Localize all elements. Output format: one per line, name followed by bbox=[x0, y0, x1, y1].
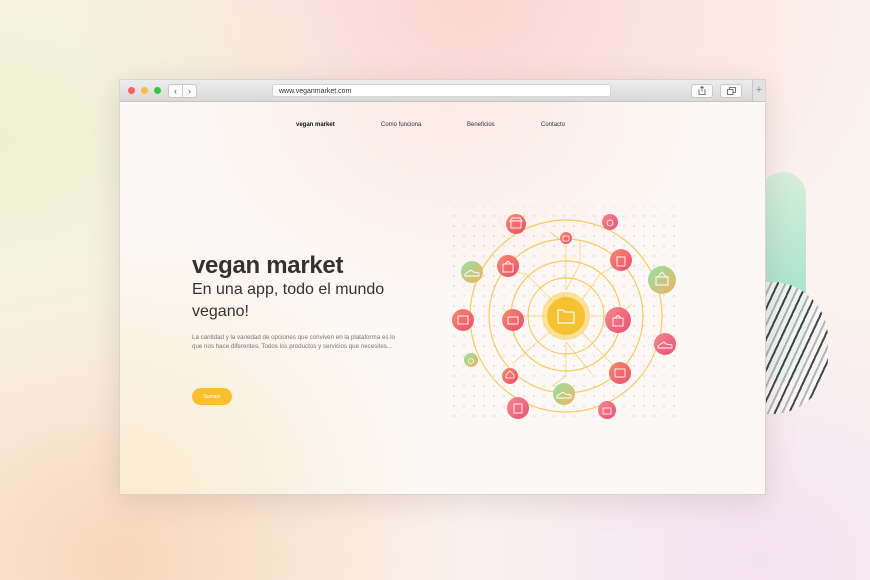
node-milk-carton-icon-bottom bbox=[507, 397, 529, 419]
hero-title: vegan market bbox=[192, 252, 344, 279]
hero-description: La cantidad y la variedad de opciones qu… bbox=[192, 334, 395, 350]
nav-link-beneficios[interactable]: Beneficios bbox=[467, 122, 495, 128]
center-node bbox=[547, 297, 585, 335]
back-button[interactable]: ‹ bbox=[168, 84, 183, 98]
node-home-icon bbox=[502, 368, 518, 384]
node-milk-carton-icon-top bbox=[610, 249, 632, 271]
close-window-button[interactable] bbox=[128, 87, 135, 94]
node-pot-icon-inner bbox=[502, 309, 524, 331]
top-navigation: vegan market Como funciona Beneficios Co… bbox=[120, 122, 765, 132]
chevron-right-icon: › bbox=[188, 86, 191, 96]
maximize-window-button[interactable] bbox=[154, 87, 161, 94]
node-shoe-icon-bottom bbox=[553, 383, 575, 405]
node-apple-icon-left bbox=[464, 353, 478, 367]
nav-link-contacto[interactable]: Contacto bbox=[541, 122, 565, 128]
address-bar[interactable]: www.veganmarket.com bbox=[272, 84, 611, 97]
node-store-icon bbox=[506, 214, 526, 234]
network-illustration bbox=[446, 206, 678, 420]
node-barbecue-icon-right bbox=[609, 362, 631, 384]
new-tab-button[interactable]: + bbox=[752, 80, 765, 101]
node-shopping-bag-icon bbox=[497, 255, 519, 277]
node-shopping-bag-icon-right bbox=[605, 307, 631, 333]
share-button[interactable] bbox=[691, 84, 713, 98]
tabs-icon bbox=[726, 87, 736, 95]
forward-button[interactable]: › bbox=[182, 84, 197, 98]
nav-link-como-funciona[interactable]: Como funciona bbox=[381, 122, 421, 128]
share-icon bbox=[698, 85, 706, 95]
plus-icon: + bbox=[755, 84, 763, 96]
node-shoe-icon-left bbox=[461, 261, 483, 283]
minimize-window-button[interactable] bbox=[141, 87, 148, 94]
chevron-left-icon: ‹ bbox=[174, 86, 177, 96]
node-gift-icon-top bbox=[560, 232, 572, 244]
web-page: vegan market Como funciona Beneficios Co… bbox=[120, 102, 765, 494]
browser-window: ‹ › www.veganmarket.com + vegan market C… bbox=[119, 79, 766, 495]
node-barbecue-icon bbox=[452, 309, 474, 331]
node-basket-icon bbox=[648, 266, 676, 294]
node-apple-icon-top bbox=[602, 214, 618, 230]
nav-brand-link[interactable]: vegan market bbox=[296, 122, 335, 128]
tabs-overview-button[interactable] bbox=[720, 84, 742, 98]
node-gift-icon-bottom bbox=[598, 401, 616, 419]
hero-subtitle: En una app, todo el mundo vegano! bbox=[192, 281, 385, 320]
sumate-button[interactable]: Sumate bbox=[192, 388, 232, 405]
node-shoe-icon-right bbox=[654, 333, 676, 355]
browser-toolbar: ‹ › www.veganmarket.com + bbox=[120, 80, 765, 102]
